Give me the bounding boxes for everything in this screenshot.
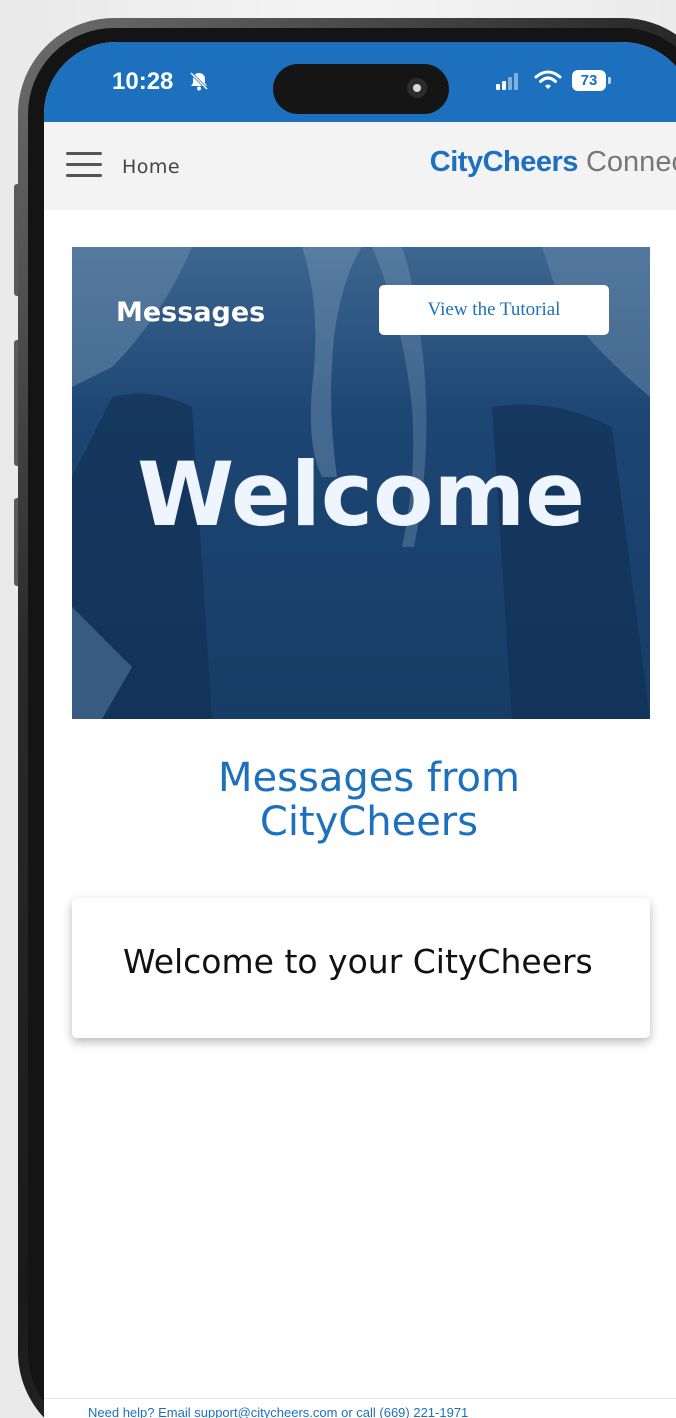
footer-help-prefix: Need help? Email	[88, 1405, 195, 1418]
brand-name-bold: CityCheers	[429, 146, 579, 178]
bell-muted-icon	[189, 71, 209, 91]
hero-banner: Messages View the Tutorial Welcome	[72, 247, 650, 719]
dynamic-island	[273, 64, 449, 114]
nav-home-label: Home	[122, 156, 181, 178]
footer-help: Need help? Email support@citycheers.com …	[88, 1405, 468, 1418]
support-email-link[interactable]: support@citycheers.com	[194, 1405, 337, 1418]
messages-heading-line2: CityCheers	[259, 799, 479, 845]
app-header: Home CityCheers Connect	[44, 122, 676, 210]
messages-heading: Messages from CityCheers	[44, 756, 676, 844]
footer-divider	[44, 1398, 676, 1399]
brand-name-light: Connect	[585, 146, 676, 178]
device-mockup: 10:28 73 Home CityCheers Conne Messages …	[0, 0, 676, 1418]
cellular-signal-icon	[496, 73, 518, 90]
status-bar: 10:28 73	[44, 42, 676, 122]
hero-section-title: Messages	[116, 297, 266, 328]
wifi-icon	[534, 70, 562, 89]
messages-heading-line1: Messages from	[218, 755, 520, 801]
hero-welcome-text: Welcome	[137, 443, 585, 546]
status-time: 10:28	[112, 68, 174, 95]
brand-logo: CityCheers Connect	[394, 146, 676, 179]
message-preview-text: Welcome to your CityCheers	[123, 942, 593, 981]
menu-icon[interactable]	[66, 152, 102, 178]
message-card[interactable]: Welcome to your CityCheers	[72, 898, 650, 1038]
view-tutorial-button[interactable]: View the Tutorial	[379, 285, 609, 335]
support-phone-link[interactable]: (669) 221-1971	[379, 1405, 468, 1418]
footer-help-middle: or call	[337, 1405, 380, 1418]
front-camera-icon	[407, 78, 427, 98]
phone-screen: 10:28 73 Home CityCheers Conne Messages …	[44, 42, 676, 1418]
battery-icon: 73	[572, 70, 611, 91]
